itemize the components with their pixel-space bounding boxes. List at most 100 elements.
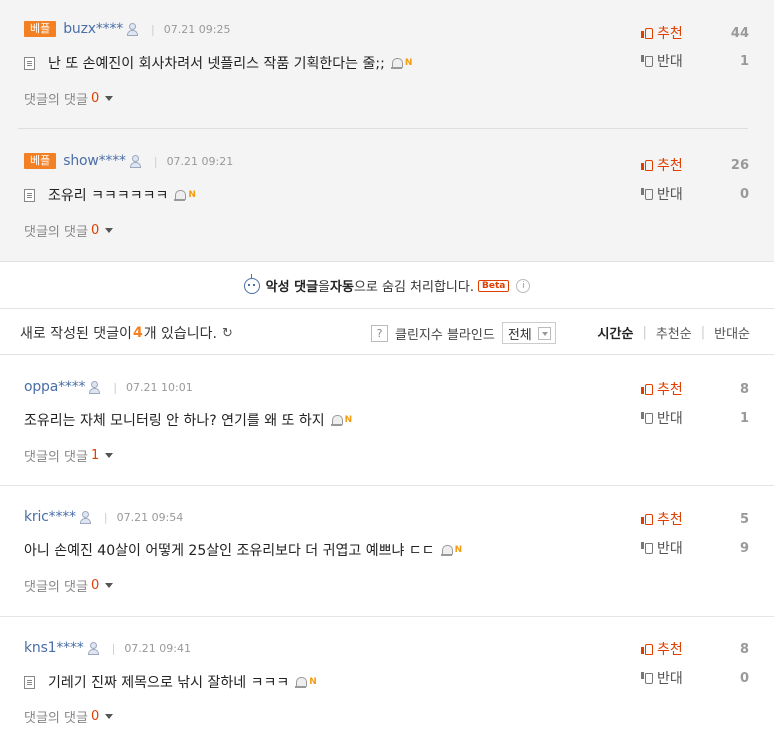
downvote-button[interactable]: 반대 0 (641, 669, 749, 687)
comment-text: 조유리는 자체 모니터링 안 하나? 연기를 왜 또 하지 (24, 413, 325, 429)
chevron-down-icon (105, 582, 114, 588)
downvote-count: 9 (739, 540, 749, 556)
upvote-label: 추천 (657, 512, 683, 528)
reply-count: 0 (90, 90, 100, 106)
reply-toggle[interactable]: 댓글의 댓글 0 (24, 707, 114, 726)
reply-toggle[interactable]: 댓글의 댓글 1 (24, 446, 114, 465)
comment-2-text: 아니 손예진 40살이 어떻게 25살인 조유리보다 더 귀엽고 예쁘냐 ㄷㄷ … (24, 540, 462, 560)
downvote-button[interactable]: 반대 1 (641, 52, 749, 70)
reply-count: 0 (90, 222, 100, 238)
upvote-button[interactable]: 추천 8 (641, 380, 749, 398)
comment-date: 07.21 09:21 (166, 154, 234, 168)
thumbs-down-icon (641, 412, 653, 424)
user-icon[interactable] (87, 642, 99, 655)
new-prefix: 새로 작성된 댓글이 (20, 326, 132, 342)
upvote-button[interactable]: 추천 8 (641, 640, 749, 658)
beta-badge: Beta (477, 279, 510, 292)
n-icon: N (454, 545, 463, 555)
downvote-label: 반대 (657, 54, 683, 70)
reply-count: 1 (90, 447, 100, 463)
user-icon[interactable] (79, 511, 91, 524)
comment-3-meta: kns1**** | 07.21 09:41 (24, 640, 191, 656)
auto-hide-notice: 악성 댓글 을 자동 으로 숨김 처리합니다. Beta i (0, 263, 774, 309)
divider (0, 616, 774, 617)
tab-recommend[interactable]: 추천순 (656, 323, 692, 342)
report-icon[interactable] (295, 676, 308, 688)
upvote-label: 추천 (657, 158, 683, 174)
report-icon[interactable] (330, 414, 343, 426)
upvote-count: 44 (730, 25, 749, 41)
comment-nickname[interactable]: kric**** (24, 509, 76, 525)
reply-count: 0 (90, 708, 100, 724)
chevron-down-icon (537, 326, 551, 340)
comment-nickname[interactable]: kns1**** (24, 640, 84, 656)
clean-index-filter: ? 클린지수 블라인드 전체 (371, 322, 556, 344)
notice-bold-1: 악성 댓글 (265, 280, 319, 295)
thumbs-down-icon (641, 672, 653, 684)
bot-icon (243, 273, 260, 294)
comment-nickname[interactable]: buzx**** (63, 21, 123, 37)
upvote-button[interactable]: 추천 26 (641, 156, 749, 174)
report-icon[interactable] (174, 189, 187, 201)
refresh-icon[interactable]: ↻ (222, 326, 233, 341)
reply-toggle[interactable]: 댓글의 댓글 0 (24, 221, 114, 240)
upvote-label: 추천 (657, 642, 683, 658)
upvote-count: 8 (739, 641, 749, 657)
upvote-label: 추천 (657, 26, 683, 42)
comment-date: 07.21 09:54 (116, 510, 184, 524)
comment-date: 07.21 09:25 (163, 22, 231, 36)
downvote-button[interactable]: 반대 1 (641, 409, 749, 427)
thumbs-up-icon (641, 643, 653, 655)
n-icon: N (309, 677, 317, 687)
tab-oppose[interactable]: 반대순 (714, 323, 750, 342)
downvote-count: 0 (739, 186, 749, 202)
tab-time[interactable]: 시간순 (598, 323, 634, 342)
upvote-count: 5 (739, 511, 749, 527)
chevron-down-icon (105, 452, 114, 458)
meta-separator: | (103, 510, 108, 524)
meta-separator: | (111, 641, 116, 655)
upvote-button[interactable]: 추천 44 (641, 24, 749, 42)
tab-separator: | (642, 325, 647, 340)
new-suffix: 개 있습니다. (143, 326, 218, 342)
user-icon[interactable] (129, 155, 141, 168)
new-comments-notice[interactable]: 새로 작성된 댓글이 4 개 있습니다. ↻ (20, 323, 233, 343)
comment-2-meta: kric**** | 07.21 09:54 (24, 509, 183, 525)
thumbs-down-icon (641, 188, 653, 200)
report-icon[interactable] (390, 57, 403, 69)
thumbs-up-icon (641, 513, 653, 525)
thumbs-up-icon (641, 383, 653, 395)
filter-select[interactable]: 전체 (501, 322, 556, 344)
reply-toggle[interactable]: 댓글의 댓글 0 (24, 576, 114, 595)
downvote-count: 1 (739, 53, 749, 69)
meta-separator: | (153, 154, 158, 168)
reply-toggle[interactable]: 댓글의 댓글 0 (24, 89, 114, 108)
comment-text: 기레기 진짜 제목으로 낚시 잘하네 ㅋㅋㅋ (48, 675, 290, 691)
filter-value: 전체 (507, 327, 532, 343)
downvote-count: 0 (739, 670, 749, 686)
downvote-label: 반대 (657, 541, 683, 557)
report-icon[interactable] (440, 544, 453, 556)
best-badge: 베플 (24, 21, 57, 37)
document-icon (24, 675, 35, 689)
best-badge: 베플 (24, 153, 57, 169)
comment-nickname[interactable]: show**** (63, 153, 126, 169)
info-icon[interactable]: i (516, 278, 531, 293)
reply-label: 댓글의 댓글 (24, 710, 88, 726)
comment-text: 아니 손예진 40살이 어떻게 25살인 조유리보다 더 귀엽고 예쁘냐 ㄷㄷ (24, 543, 435, 559)
meta-separator: | (151, 22, 155, 36)
comment-nickname[interactable]: oppa**** (24, 379, 86, 395)
help-icon[interactable]: ? (371, 324, 388, 342)
clean-label: 클린지수 블라인드 (395, 327, 495, 343)
comment-3-text: 기레기 진짜 제목으로 낚시 잘하네 ㅋㅋㅋ N (24, 672, 317, 692)
downvote-button[interactable]: 반대 9 (641, 539, 749, 557)
new-count: 4 (132, 325, 143, 341)
user-icon[interactable] (88, 381, 101, 394)
upvote-button[interactable]: 추천 5 (641, 510, 749, 528)
reply-label: 댓글의 댓글 (24, 579, 88, 595)
upvote-count: 8 (739, 381, 749, 397)
comment-text: 조유리 ㅋㅋㅋㅋㅋㅋ (48, 188, 169, 204)
downvote-button[interactable]: 반대 0 (641, 185, 749, 203)
best-comment-1-text: 난 또 손예진이 회사차려서 넷플리스 작품 기획한다는 줄;; N (24, 53, 412, 73)
user-icon[interactable] (126, 23, 139, 36)
